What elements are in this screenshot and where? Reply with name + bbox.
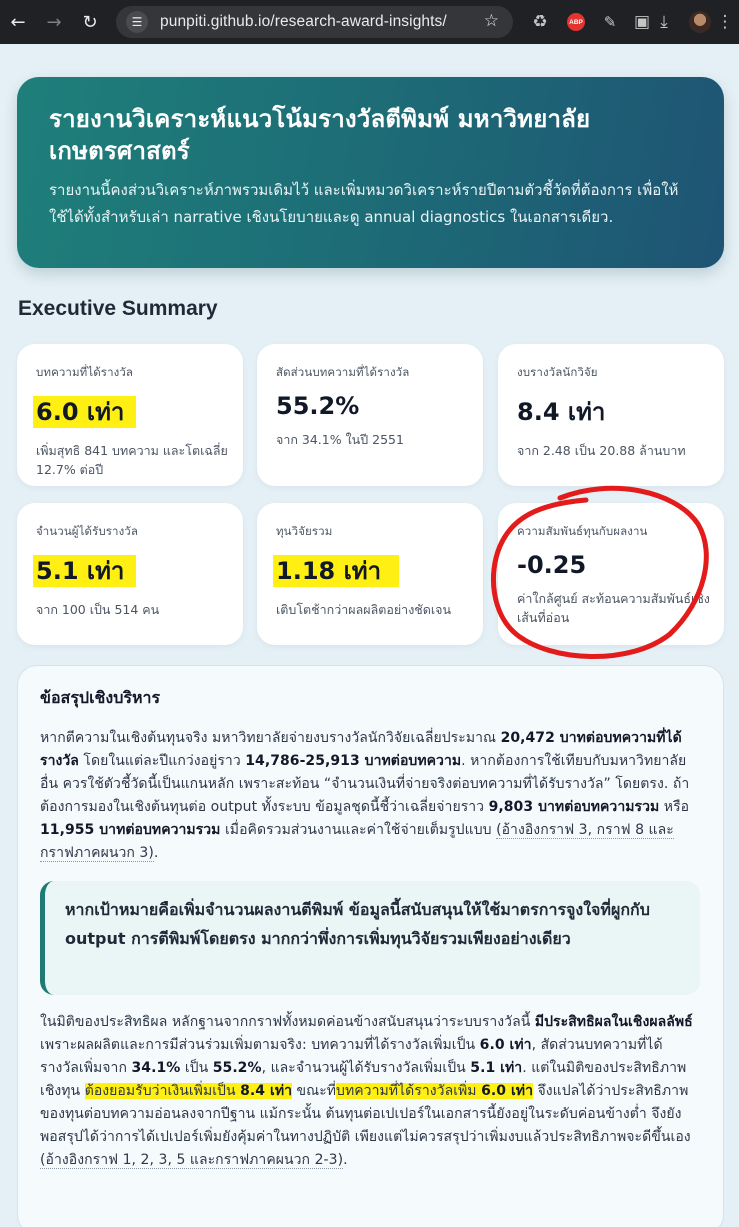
forward-arrow-icon[interactable]: → [36,0,72,44]
section-title-executive-summary: Executive Summary [18,297,218,320]
profile-avatar[interactable] [688,0,712,44]
menu-kebab-icon[interactable]: ⋮ [716,0,734,44]
download-icon[interactable]: ⤓ [652,0,676,44]
kpi-description: จาก 2.48 เป็น 20.88 ล้านบาท [517,443,686,458]
page-title: รายงานวิเคราะห์แนวโน้มรางวัลตีพิมพ์ มหาว… [49,105,591,165]
adblock-extension-icon[interactable]: ABP [564,0,588,44]
extensions-puzzle-icon[interactable]: ▣ [630,0,654,44]
kpi-label: จำนวนผู้ได้รับรางวัล [36,524,138,538]
reload-icon[interactable]: ↻ [72,0,108,44]
hero-banner: รายงานวิเคราะห์แนวโน้มรางวัลตีพิมพ์ มหาว… [17,77,724,268]
kpi-label: บทความที่ได้รางวัล [36,365,134,379]
kpi-label: งบรางวัลนักวิจัย [517,365,598,379]
kpi-value: 1.18 เท่า [273,551,400,590]
kpi-value: 6.0 เท่า [33,392,137,431]
recycle-extension-icon[interactable]: ♻ [528,0,552,44]
kpi-card-awardees: จำนวนผู้ได้รับรางวัล 5.1 เท่า จาก 100 เป… [17,503,243,645]
url-text[interactable]: punpiti.github.io/research-award-insight… [160,13,447,31]
bookmark-star-icon[interactable]: ☆ [484,11,499,31]
conclusion-heading: ข้อสรุปเชิงบริหาร [40,688,161,707]
kpi-value: 5.1 เท่า [33,551,137,590]
chart-reference-link[interactable]: (อ้างอิงกราฟ 1, 2, 3, 5 และกราฟภาคผนวก 2… [40,1152,344,1169]
page-subtitle: รายงานนี้คงส่วนวิเคราะห์ภาพรวมเดิมไว้ แล… [49,181,679,226]
kpi-card-awarded-share: สัดส่วนบทความที่ได้รางวัล 55.2% จาก 34.1… [257,344,483,486]
edit-extension-icon[interactable]: ✎ [598,0,622,44]
site-info-icon[interactable]: ☰ [126,11,148,33]
highlighted-text: ต้องยอมรับว่าเงินเพิ่มเป็น 8.4 เท่า [84,1083,293,1099]
conclusion-paragraph-cost: หากตีความในเชิงต้นทุนจริง มหาวิทยาลัยจ่า… [40,730,690,862]
kpi-card-total-funding: ทุนวิจัยรวม 1.18 เท่า เติบโตช้ากว่าผลผลิ… [257,503,483,645]
executive-conclusion-panel: ข้อสรุปเชิงบริหาร หากตีความในเชิงต้นทุนจ… [17,665,724,1227]
kpi-description: เติบโตช้ากว่าผลผลิตอย่างชัดเจน [276,602,452,617]
kpi-description: เพิ่มสุทธิ 841 บทความ และโตเฉลี่ย 12.7% … [36,443,228,477]
kpi-value: 8.4 เท่า [517,398,606,426]
back-arrow-icon[interactable]: ← [0,0,36,44]
kpi-description: จาก 100 เป็น 514 คน [36,602,160,617]
key-insight-callout: หากเป้าหมายคือเพิ่มจำนวนผลงานตีพิมพ์ ข้อ… [40,881,700,995]
kpi-card-award-budget: งบรางวัลนักวิจัย 8.4 เท่า จาก 2.48 เป็น … [498,344,724,486]
kpi-card-awarded-articles: บทความที่ได้รางวัล 6.0 เท่า เพิ่มสุทธิ 8… [17,344,243,486]
kpi-label: ทุนวิจัยรวม [276,524,333,538]
conclusion-paragraph-effectiveness: ในมิติของประสิทธิผล หลักฐานจากกราฟทั้งหม… [40,1014,693,1169]
kpi-value: 55.2% [276,392,360,420]
kpi-label: สัดส่วนบทความที่ได้รางวัล [276,365,410,379]
browser-toolbar: ← → ↻ ☰ punpiti.github.io/research-award… [0,0,739,44]
highlighted-text: บทความที่ได้รางวัลเพิ่ม 6.0 เท่า [336,1083,533,1099]
page-content: รายงานวิเคราะห์แนวโน้มรางวัลตีพิมพ์ มหาว… [0,44,739,1227]
kpi-description: จาก 34.1% ในปี 2551 [276,432,404,447]
red-annotation-circle [490,485,709,659]
address-bar[interactable]: ☰ punpiti.github.io/research-award-insig… [116,6,513,38]
